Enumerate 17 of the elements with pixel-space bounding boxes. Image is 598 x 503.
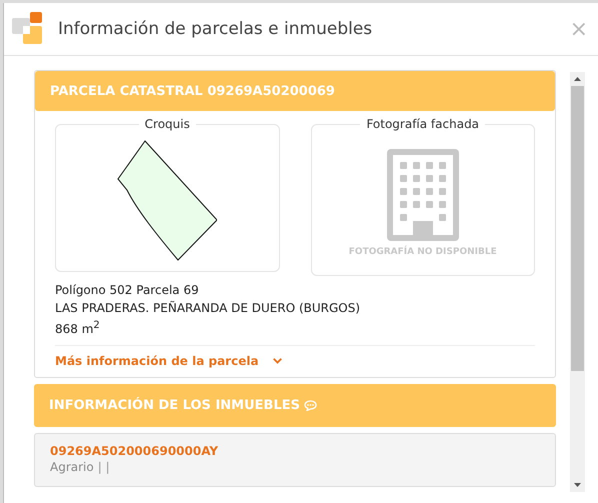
scrollbar[interactable] bbox=[570, 72, 585, 492]
window-title: Información de parcelas e inmuebles bbox=[58, 19, 374, 39]
more-info-link[interactable]: Más información de la parcela bbox=[55, 354, 282, 368]
property-reference-link[interactable]: 09269A502000690000AY bbox=[50, 444, 540, 458]
parcel-detail: LAS PRADERAS. PEÑARANDA DE DUERO (BURGOS) bbox=[55, 300, 362, 316]
scroll-thumb[interactable] bbox=[571, 86, 584, 371]
properties-title: INFORMACIÓN DE LOS INMUEBLES bbox=[49, 398, 300, 412]
sketch-legend: Croquis bbox=[138, 117, 196, 131]
property-use: Agrario bbox=[50, 460, 94, 474]
parcel-header: PARCELA CATASTRAL 09269A50200069 bbox=[35, 71, 555, 111]
building-icon bbox=[386, 149, 459, 241]
speech-bubble-icon bbox=[304, 400, 317, 410]
photo-legend: Fotografía fachada bbox=[360, 117, 486, 131]
close-button[interactable]: × bbox=[570, 16, 588, 42]
parcel-detail: Polígono 502 Parcela 69 bbox=[55, 282, 200, 299]
parcel-detail: 868 m$^{2}$ bbox=[55, 319, 101, 338]
separator-text: | | bbox=[98, 460, 110, 474]
